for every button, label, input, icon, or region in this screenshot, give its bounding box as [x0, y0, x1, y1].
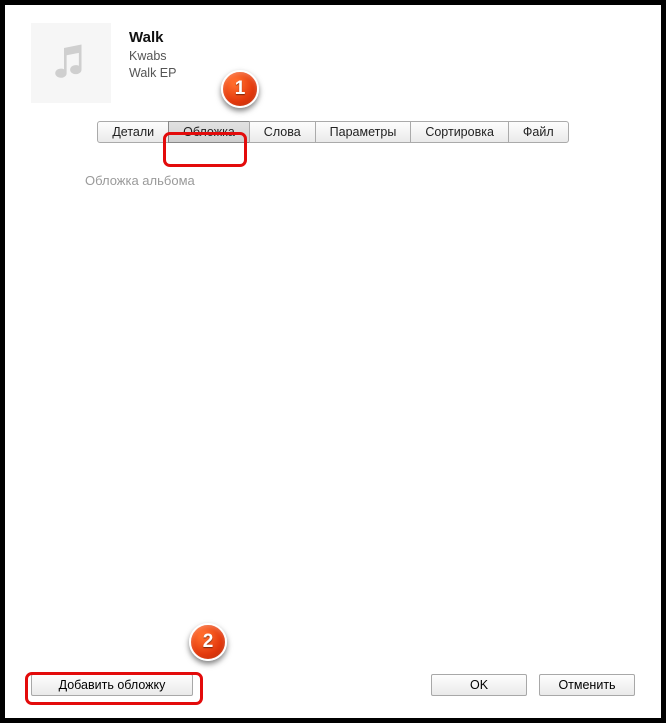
- cancel-button[interactable]: Отменить: [539, 674, 635, 696]
- tab-content-artwork: Обложка альбома: [5, 143, 661, 660]
- music-note-icon: [50, 41, 92, 86]
- dialog-footer: Добавить обложку OK Отменить: [5, 660, 661, 718]
- song-info-dialog: Walk Kwabs Walk EP Детали Обложка Слова …: [5, 5, 661, 718]
- track-title: Walk: [129, 29, 176, 46]
- header: Walk Kwabs Walk EP: [5, 5, 661, 113]
- tab-bar: Детали Обложка Слова Параметры Сортировк…: [5, 121, 661, 143]
- track-artist: Kwabs: [129, 49, 176, 63]
- track-meta: Walk Kwabs Walk EP: [129, 23, 176, 103]
- album-artwork-placeholder: [31, 23, 111, 103]
- tab-file[interactable]: Файл: [508, 121, 569, 143]
- add-artwork-button[interactable]: Добавить обложку: [31, 674, 193, 696]
- tab-options[interactable]: Параметры: [315, 121, 412, 143]
- tab-sorting[interactable]: Сортировка: [410, 121, 509, 143]
- tab-lyrics[interactable]: Слова: [249, 121, 316, 143]
- tab-artwork[interactable]: Обложка: [168, 121, 250, 143]
- ok-button[interactable]: OK: [431, 674, 527, 696]
- track-album: Walk EP: [129, 66, 176, 80]
- artwork-section-label: Обложка альбома: [85, 173, 621, 188]
- tab-details[interactable]: Детали: [97, 121, 169, 143]
